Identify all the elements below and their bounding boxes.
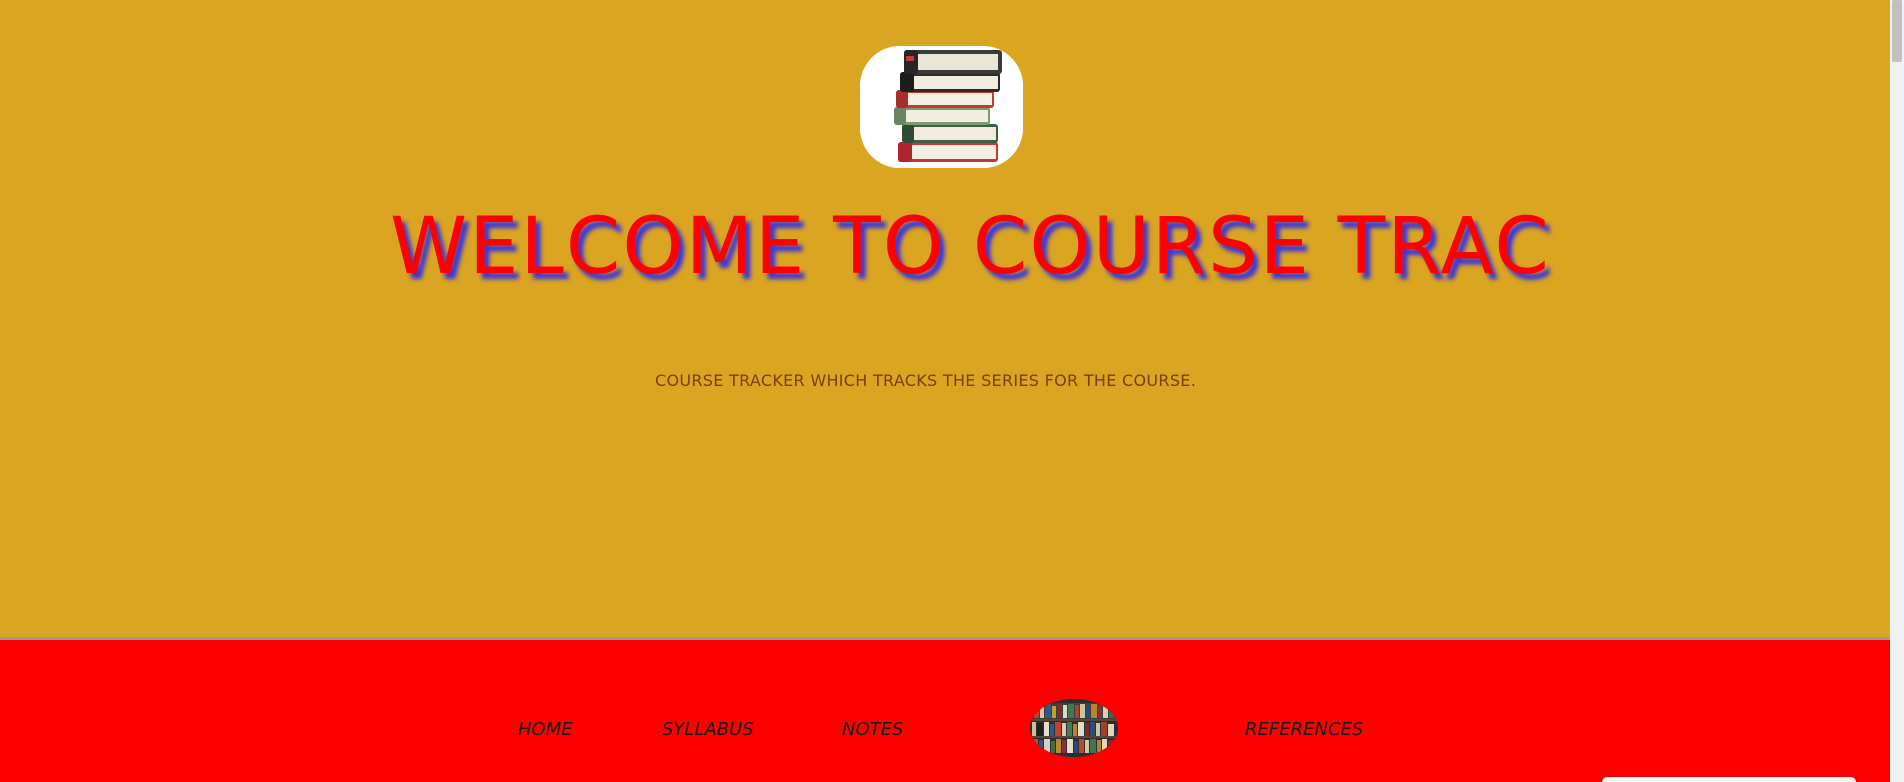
main-navbar: HOME SYLLABUS NOTES REFERENCES: [0, 640, 1890, 782]
hero-section: WELCOME TO COURSE TRAC COURSE TRACKER WH…: [0, 0, 1890, 637]
bookshelf-icon[interactable]: [1030, 699, 1118, 757]
page-title: WELCOME TO COURSE TRAC: [390, 202, 1551, 292]
page-subtitle: COURSE TRACKER WHICH TRACKS THE SERIES F…: [655, 371, 1197, 390]
nav-link-notes[interactable]: NOTES: [842, 719, 903, 740]
nav-link-references[interactable]: REFERENCES: [1245, 719, 1363, 740]
vertical-scrollbar[interactable]: [1890, 0, 1904, 782]
page: WELCOME TO COURSE TRAC COURSE TRACKER WH…: [0, 0, 1904, 782]
nav-link-home[interactable]: HOME: [518, 719, 573, 740]
scrollbar-thumb[interactable]: [1892, 0, 1902, 62]
book-stack-icon: [860, 46, 1023, 168]
nav-link-syllabus[interactable]: SYLLABUS: [662, 719, 754, 740]
floating-panel-edge: [1602, 777, 1856, 782]
